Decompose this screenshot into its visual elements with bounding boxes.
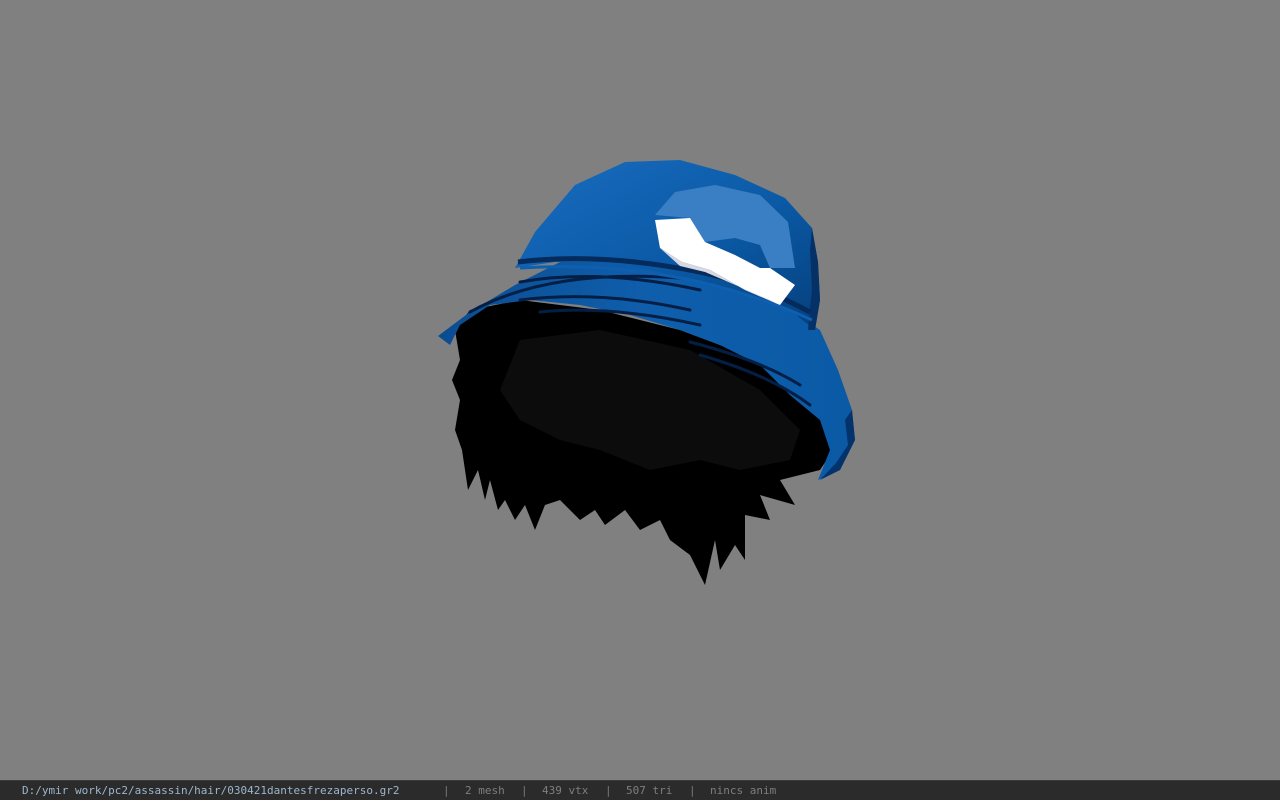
- status-mesh-count: 2 mesh: [465, 784, 505, 797]
- status-separator: |: [521, 784, 528, 797]
- status-anim-status: nincs anim: [710, 784, 777, 797]
- status-file-path: D:/ymir work/pc2/assassin/hair/030421dan…: [22, 784, 400, 797]
- status-separator: |: [689, 784, 696, 797]
- status-triangle-count: 507 tri: [626, 784, 673, 797]
- 3d-viewport[interactable]: [0, 0, 1280, 780]
- hair-hat-model[interactable]: [0, 0, 1280, 780]
- status-bar: D:/ymir work/pc2/assassin/hair/030421dan…: [0, 780, 1280, 800]
- status-separator: |: [605, 784, 612, 797]
- status-separator: |: [443, 784, 450, 797]
- status-vertex-count: 439 vtx: [542, 784, 589, 797]
